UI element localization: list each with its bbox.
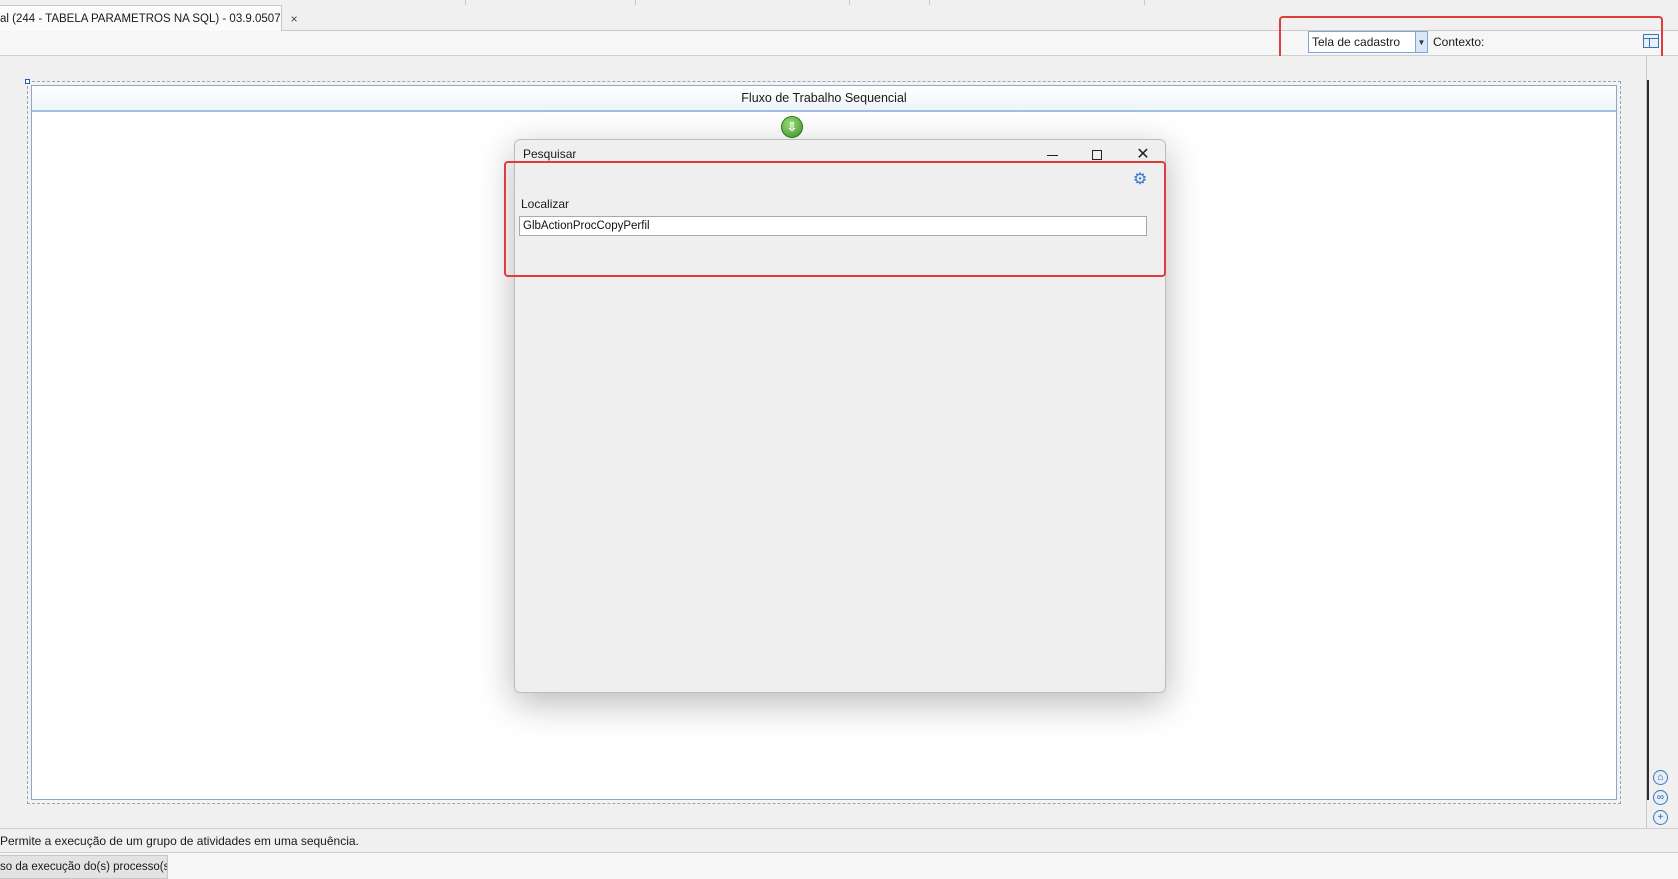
background-tab[interactable] (930, 0, 1145, 5)
workflow-start-icon[interactable]: ⇩ (781, 116, 803, 138)
workflow-title: Fluxo de Trabalho Sequencial (32, 86, 1616, 112)
dialog-title: Pesquisar (523, 147, 577, 161)
minimize-icon (1046, 154, 1058, 156)
background-tab[interactable] (282, 0, 466, 5)
document-tab-label: al (244 - TABELA PARAMETROS NA SQL) - 03… (0, 12, 281, 25)
process-execution-tab-label: so da execução do(s) processo(s) (0, 861, 168, 873)
status-description-text: Permite a execução de um grupo de ativid… (0, 833, 359, 848)
vertical-scrollbar[interactable] (1647, 80, 1649, 800)
highlight-box-search (504, 161, 1166, 277)
background-tab[interactable] (466, 0, 636, 5)
background-tab[interactable] (850, 0, 930, 5)
overview-icon[interactable]: ⌂ (1653, 770, 1668, 785)
background-tab[interactable] (636, 0, 850, 5)
zoom-icon[interactable]: + (1653, 810, 1668, 825)
status-description: Permite a execução de um grupo de ativid… (0, 828, 1678, 852)
close-icon[interactable]: × (291, 12, 298, 26)
canvas-side-rail: ⌂ ∞ + (1646, 56, 1678, 828)
active-document-tab[interactable]: al (244 - TABELA PARAMETROS NA SQL) - 03… (0, 5, 298, 31)
process-execution-tab[interactable]: so da execução do(s) processo(s) (0, 855, 168, 879)
binoculars-icon[interactable]: ∞ (1653, 790, 1668, 805)
maximize-icon (1092, 150, 1102, 160)
resize-handle[interactable] (25, 79, 30, 84)
bottom-tab-strip: so da execução do(s) processo(s) (0, 852, 1678, 879)
